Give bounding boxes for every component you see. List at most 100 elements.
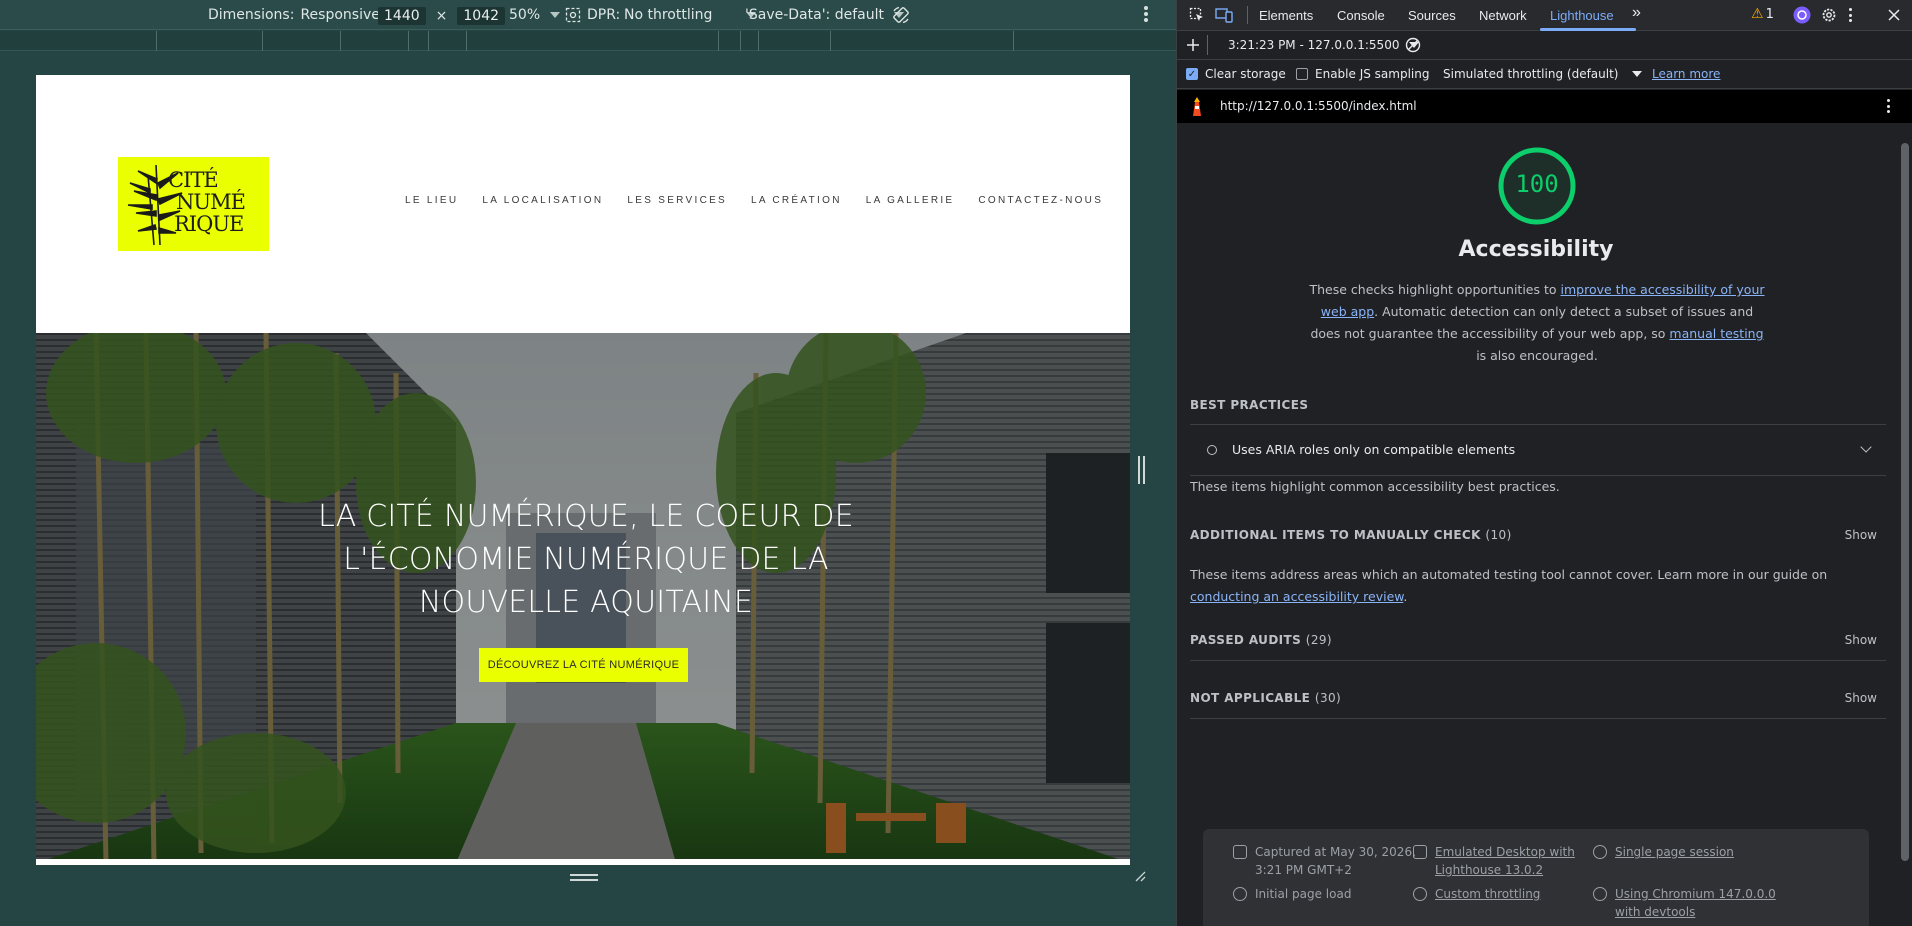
accessibility-review-link[interactable]: conducting an accessibility review [1190,589,1403,604]
nav-link-contact[interactable]: CONTACTEZ-NOUS [978,195,1103,206]
divider [1190,718,1886,719]
not-applicable-heading[interactable]: NOT APPLICABLE (30) [1190,691,1341,705]
score-value: 100 [1515,170,1559,198]
calendar-icon [1233,845,1247,859]
clear-reports-icon[interactable] [1405,37,1421,53]
captured-date: Captured at May 30, 2026, [1255,845,1416,859]
logo-text-line-3: RIQUE [174,212,244,236]
nav-link-gallerie[interactable]: LA GALLERIE [866,195,955,206]
save-data-dropdown[interactable]: 'Save-Data': default [745,7,904,23]
devtools-panel: Elements Console Sources Network Lightho… [1176,0,1912,926]
inspect-element-icon[interactable] [1189,7,1205,23]
note-text: . [1403,589,1408,604]
section-label: NOT APPLICABLE [1190,691,1311,705]
throttling-mode-dropdown[interactable]: Simulated throttling (default) [1443,67,1643,81]
report-url[interactable]: http://127.0.0.1:5500/index.html [1220,99,1417,113]
tab-sources[interactable]: Sources [1408,8,1456,23]
nav-link-localisation[interactable]: LA LOCALISATION [482,195,603,206]
nav-link-services[interactable]: LES SERVICES [627,195,727,206]
js-sampling-option[interactable]: Enable JS sampling [1296,67,1429,81]
tab-elements[interactable]: Elements [1259,8,1313,23]
lighthouse-logo-icon [1193,97,1201,116]
devtools-tabbar: Elements Console Sources Network Lightho… [1177,0,1912,31]
timer-icon [1233,887,1247,901]
resize-corner-icon[interactable] [1134,870,1146,882]
not-applicable-show[interactable]: Show [1845,691,1877,705]
throttling-dropdown[interactable]: No throttling [624,7,757,23]
device-toggle-icon[interactable] [1215,7,1233,23]
initial-load-item: Initial page load [1233,885,1351,903]
score-gauge: 100 [1497,146,1577,226]
resize-handle-right[interactable] [1138,456,1146,484]
warning-count: 1 [1765,6,1774,22]
hero-title: LA CITÉ NUMÉRIQUE, LE COEUR DE L'ÉCONOMI… [318,499,854,620]
zoom-dropdown[interactable]: 50% [509,7,561,23]
clear-storage-option[interactable]: ✓ Clear storage [1186,67,1286,81]
chevron-down-icon [1632,71,1643,77]
checkbox-unchecked-icon[interactable] [1296,68,1308,80]
dimensions-dropdown[interactable]: Dimensions: Responsive [208,7,400,23]
js-sampling-label: Enable JS sampling [1315,67,1430,81]
section-count: (10) [1485,528,1512,542]
width-input[interactable]: 1440 [378,7,426,25]
manual-check-heading[interactable]: ADDITIONAL ITEMS TO MANUALLY CHECK (10) [1190,528,1512,542]
devtools-menu-icon[interactable] [1849,8,1852,22]
more-tabs-icon[interactable]: » [1632,4,1641,22]
manual-check-show[interactable]: Show [1845,528,1877,542]
category-title: Accessibility [1458,237,1614,262]
custom-throttling-item[interactable]: Custom throttling [1413,885,1540,903]
warning-icon: ⚠ [1751,6,1764,22]
category-description: These checks highlight opportunities to … [1307,279,1767,367]
site-logo[interactable]: CITÉ NUMÉ RIQUE [118,157,269,251]
lighthouse-report: 100 Accessibility These checks highlight… [1177,123,1895,926]
passed-audits-show[interactable]: Show [1845,633,1877,647]
tab-network[interactable]: Network [1479,8,1527,23]
site-header: CITÉ NUMÉ RIQUE LE LIEU LA LOCALISATION … [36,75,1130,333]
description-text: These checks highlight opportunities to [1309,282,1561,297]
dpr-label: DPR: [587,7,621,23]
audit-row-aria-roles[interactable]: Uses ARIA roles only on compatible eleme… [1190,425,1886,475]
zoom-value: 50% [509,7,541,23]
dimensions-value: Responsive [300,7,380,23]
captured-at-item: Captured at May 30, 2026, 3:21 PM GMT+2 [1233,843,1416,879]
close-devtools-icon[interactable] [1888,9,1900,21]
more-options-icon[interactable] [1144,6,1148,22]
nav-link-le-lieu[interactable]: LE LIEU [405,195,458,206]
chromium-version-item[interactable]: Using Chromium 147.0.0.0 with devtools [1593,885,1776,921]
rotate-icon [893,6,909,24]
report-time: 3:21:23 PM - 127.0.0.1:5500 [1228,38,1400,52]
toolbar-divider [1207,35,1208,55]
nav-link-creation[interactable]: LA CRÉATION [751,195,842,206]
chevron-down-icon[interactable] [1860,441,1872,453]
report-menu-icon[interactable] [1887,99,1890,113]
height-input[interactable]: 1042 [457,7,506,25]
emulated-viewport[interactable]: CITÉ NUMÉ RIQUE LE LIEU LA LOCALISATION … [36,75,1130,865]
lighthouse-options-bar: ✓ Clear storage Enable JS sampling Simul… [1177,60,1912,89]
throttling-mode-label: Simulated throttling (default) [1443,67,1619,81]
device-emulation-area: Dimensions: Responsive 1440 × 1042 50% D… [0,0,1176,926]
settings-gear-icon[interactable] [1820,6,1838,24]
hero-cta-button[interactable]: DÉCOUVREZ LA CITÉ NUMÉRIQUE [479,648,688,682]
emulated-device-item[interactable]: Emulated Desktop with Lighthouse 13.0.2 [1413,843,1575,879]
checkbox-checked-icon[interactable]: ✓ [1186,68,1198,80]
warnings-counter[interactable]: ⚠ 1 [1751,6,1774,22]
ai-assistance-icon[interactable] [1793,6,1811,24]
dpr-dropdown[interactable]: DPR: [565,7,620,23]
passed-audits-heading[interactable]: PASSED AUDITS (29) [1190,633,1332,647]
report-select-dropdown[interactable]: 3:21:23 PM - 127.0.0.1:5500 [1228,38,1420,52]
resize-handle-bottom[interactable] [570,874,598,882]
toolbar-divider [1247,6,1248,24]
manual-testing-link[interactable]: manual testing [1669,326,1763,341]
captured-time: 3:21 PM GMT+2 [1255,863,1352,877]
new-report-plus-icon[interactable] [1187,39,1199,51]
learn-more-link[interactable]: Learn more [1652,67,1720,81]
rotate-button[interactable] [891,5,911,25]
single-session-item[interactable]: Single page session [1593,843,1734,861]
tab-lighthouse[interactable]: Lighthouse [1550,8,1614,23]
audit-label: Uses ARIA roles only on compatible eleme… [1232,442,1516,457]
session-icon [1593,845,1607,859]
chromium-line-1: Using Chromium 147.0.0.0 [1615,887,1776,901]
custom-throttling-label: Custom throttling [1435,887,1541,901]
tab-console[interactable]: Console [1337,8,1385,23]
report-scrollbar[interactable] [1901,143,1909,861]
